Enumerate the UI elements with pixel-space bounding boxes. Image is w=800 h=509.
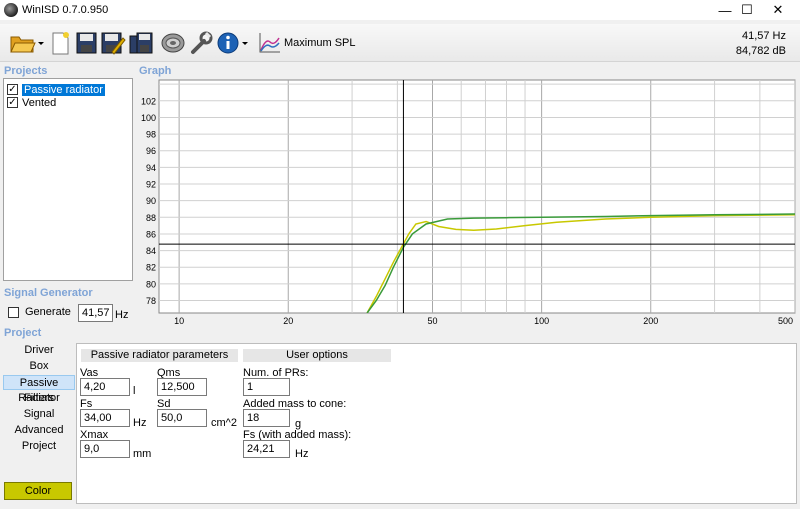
graph-area[interactable]: 78 80 82 84 86 88 90 92 94 96 98 100 102 10 20 50 100 200… (137, 78, 797, 326)
driver-editor-button[interactable] (159, 30, 187, 56)
project-item-vented[interactable]: ✓ Vented (5, 96, 132, 109)
fs-input[interactable]: 34,00 (80, 409, 130, 427)
y-tick-label: 80 (146, 279, 156, 289)
sd-unit: cm^2 (211, 417, 237, 429)
fs-added-mass-unit: Hz (295, 448, 309, 460)
y-tick-label: 78 (146, 296, 156, 306)
y-tick-label: 88 (146, 213, 156, 223)
title-bar: WinISD 0.7.0.950 — ☐ ✕ (0, 0, 800, 20)
y-tick-label: 94 (146, 163, 156, 173)
num-prs-input[interactable]: 1 (243, 378, 290, 396)
app-icon (4, 3, 18, 17)
close-button[interactable]: ✕ (758, 0, 798, 20)
folder-open-icon (10, 36, 44, 53)
nav-driver[interactable]: Driver (3, 343, 75, 358)
y-tick-label: 102 (141, 96, 156, 106)
plot-background (158, 79, 796, 314)
signal-generator-header: Signal Generator (4, 287, 93, 299)
vas-unit: l (133, 385, 136, 397)
floppy-disk-icon (76, 32, 97, 54)
generate-label: Generate (25, 306, 71, 318)
sd-input[interactable]: 50,0 (157, 409, 207, 427)
projects-list: ✓ Passive radiator ✓ Vented (3, 78, 133, 281)
nav-filters[interactable]: Filters (3, 391, 75, 406)
vas-input[interactable]: 4,20 (80, 378, 130, 396)
xmax-input[interactable]: 9,0 (80, 440, 130, 458)
spl-chart[interactable]: 78 80 82 84 86 88 90 92 94 96 98 100 102 10 20 50 100 200… (137, 78, 797, 326)
generator-frequency-input[interactable]: 41,57 (78, 304, 113, 322)
open-project-button[interactable] (8, 30, 44, 56)
new-project-button[interactable] (48, 30, 72, 56)
y-tick-label: 92 (146, 180, 156, 190)
y-tick-label: 100 (141, 113, 156, 123)
x-tick-label: 500 (778, 316, 793, 326)
projects-header: Projects (4, 65, 48, 77)
wrench-icon (191, 31, 213, 54)
nav-passive-radiator[interactable]: Passive Radiator (3, 375, 75, 404)
project-item-label: Passive radiator (22, 83, 105, 96)
generate-toggle[interactable]: Generate (8, 306, 71, 318)
nav-advanced[interactable]: Advanced (3, 423, 75, 438)
project-checkbox[interactable]: ✓ (7, 97, 18, 108)
graph-type-button[interactable] (256, 30, 284, 56)
fs-added-mass-input[interactable]: 24,21 (243, 440, 290, 458)
save-all-icon (129, 32, 153, 54)
y-tick-label: 96 (146, 146, 156, 156)
window-title: WinISD 0.7.0.950 (22, 4, 109, 16)
y-tick-label: 86 (146, 229, 156, 239)
graph-type-label[interactable]: Maximum SPL (284, 37, 356, 49)
cursor-level-readout: 84,782 dB (735, 45, 786, 57)
x-tick-label: 10 (174, 316, 184, 326)
xmax-unit: mm (133, 448, 152, 460)
y-tick-label: 82 (146, 263, 156, 273)
color-button[interactable]: Color (4, 482, 72, 500)
save-all-button[interactable] (128, 30, 154, 56)
info-button[interactable] (216, 30, 252, 56)
save-as-button[interactable] (100, 30, 126, 56)
winisd-window: WinISD 0.7.0.950 — ☐ ✕ Maximum SPL 41,57… (0, 0, 800, 509)
graph-header: Graph (139, 65, 172, 77)
y-tick-label: 84 (146, 246, 156, 256)
cursor-frequency-readout: 41,57 Hz (741, 30, 786, 42)
nav-project[interactable]: Project (3, 439, 75, 454)
save-button[interactable] (74, 30, 98, 56)
qms-input[interactable]: 12,500 (157, 378, 207, 396)
new-file-icon (52, 32, 69, 55)
y-tick-label: 90 (146, 196, 156, 206)
info-icon (217, 32, 248, 54)
x-tick-label: 200 (643, 316, 658, 326)
x-tick-label: 50 (427, 316, 437, 326)
speaker-icon (161, 33, 185, 53)
nav-signal[interactable]: Signal (3, 407, 75, 422)
project-item-passive-radiator[interactable]: ✓ Passive radiator (5, 83, 132, 96)
save-as-icon (101, 32, 126, 55)
project-header: Project (4, 327, 42, 339)
y-tick-label: 98 (146, 130, 156, 140)
added-mass-input[interactable]: 18 (243, 409, 290, 427)
x-tick-label: 100 (534, 316, 549, 326)
passive-radiator-panel: Passive radiator parameters User options… (76, 343, 797, 504)
tools-button[interactable] (188, 30, 214, 56)
user-options-header: User options (243, 349, 391, 362)
project-item-label: Vented (22, 96, 57, 109)
nav-box[interactable]: Box (3, 359, 75, 374)
project-checkbox[interactable]: ✓ (7, 84, 18, 95)
chart-icon (259, 33, 280, 53)
toolbar: Maximum SPL 41,57 Hz 84,782 dB (0, 24, 800, 62)
x-tick-label: 20 (283, 316, 293, 326)
fs-unit: Hz (133, 417, 147, 429)
generator-frequency-unit: Hz (115, 309, 129, 321)
pr-params-header: Passive radiator parameters (81, 349, 238, 362)
generate-checkbox[interactable] (8, 306, 19, 318)
